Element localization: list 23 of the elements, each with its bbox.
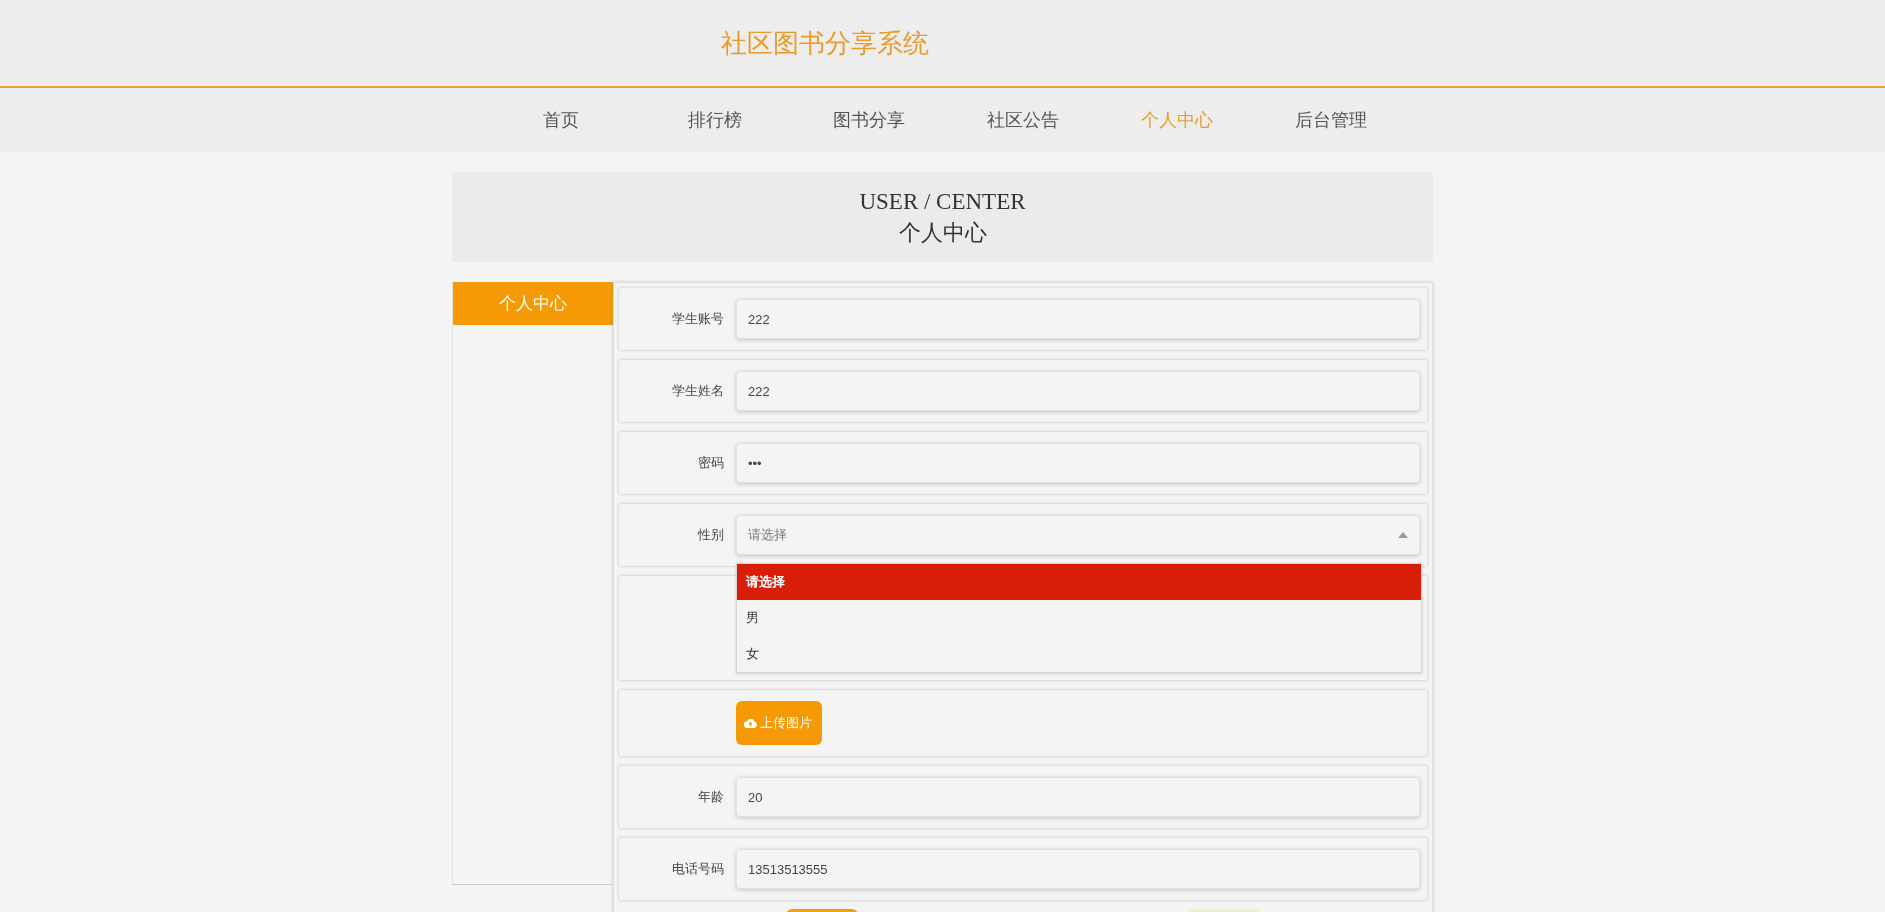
field-label: 性别 <box>697 526 725 544</box>
field-label: 学生账号 <box>671 310 725 328</box>
input-field[interactable]: 222 <box>736 371 1420 411</box>
dropdown-option[interactable]: 请选择 <box>737 564 1421 600</box>
select-field[interactable]: 请选择 <box>736 515 1420 555</box>
banner-title: USER / CENTER <box>858 188 1027 216</box>
input-field[interactable]: 222 <box>736 299 1420 339</box>
field-label: 学生姓名 <box>671 382 725 400</box>
nav-link[interactable]: 社区公告 <box>945 108 1100 132</box>
nav-link[interactable]: 图书分享 <box>791 108 946 132</box>
input-field[interactable]: 20 <box>736 777 1420 817</box>
nav-link[interactable]: 首页 <box>483 108 638 132</box>
site-title: 社区图书分享系统 <box>721 26 929 60</box>
nav-link[interactable]: 排行榜 <box>637 108 792 132</box>
nav-link[interactable]: 后台管理 <box>1253 108 1408 132</box>
input-field[interactable]: 13513513555 <box>736 849 1420 889</box>
banner-subtitle: 个人中心 <box>897 219 988 247</box>
field-label: 年龄 <box>697 788 725 806</box>
field-label: 密码 <box>697 454 725 472</box>
field-label: 电话号码 <box>671 860 725 878</box>
dropdown-option[interactable]: 男 <box>737 600 1421 636</box>
input-field[interactable]: ••• <box>736 443 1420 483</box>
dropdown-option[interactable]: 女 <box>737 636 1421 672</box>
